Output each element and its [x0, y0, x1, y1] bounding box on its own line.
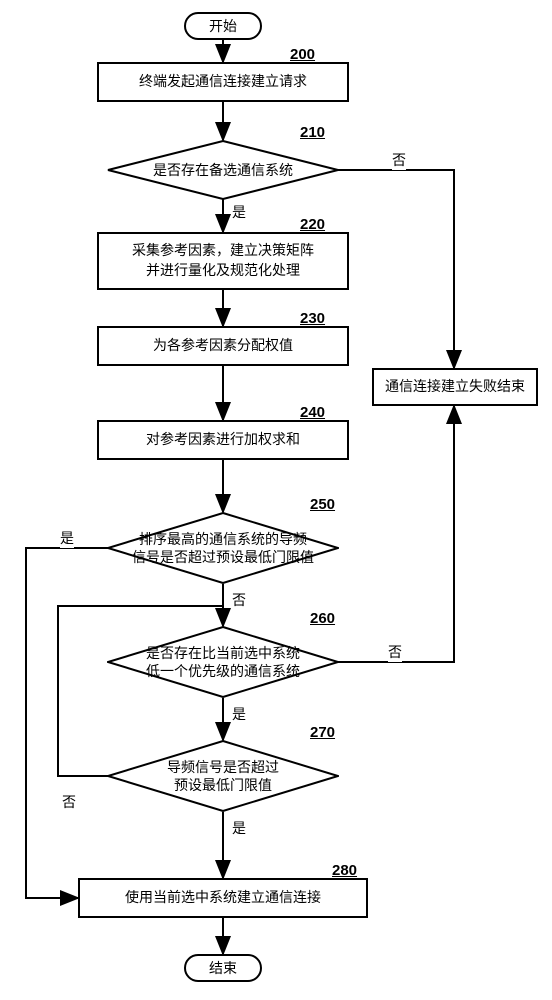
decision-210-text: 是否存在备选通信系统: [153, 161, 293, 179]
decision-260: 是否存在比当前选中系统 低一个优先级的通信系统: [107, 626, 339, 698]
decision-270-text-a: 导频信号是否超过: [167, 758, 279, 776]
process-fail-text: 通信连接建立失败结束: [385, 377, 525, 397]
process-fail: 通信连接建立失败结束: [372, 368, 538, 406]
process-280: 使用当前选中系统建立通信连接: [78, 878, 368, 918]
terminator-end: 结束: [184, 954, 262, 982]
step-num-210: 210: [300, 124, 325, 141]
edge-270-yes: 是: [232, 818, 246, 838]
process-240: 对参考因素进行加权求和: [97, 420, 349, 460]
end-label: 结束: [209, 958, 237, 978]
decision-270: 导频信号是否超过 预设最低门限值: [107, 740, 339, 812]
process-280-text: 使用当前选中系统建立通信连接: [125, 888, 321, 908]
step-num-200: 200: [290, 46, 315, 63]
decision-260-text-b: 低一个优先级的通信系统: [146, 662, 300, 680]
edge-250-yes: 是: [60, 528, 74, 548]
step-num-220: 220: [300, 216, 325, 233]
process-220: 采集参考因素，建立决策矩阵 并进行量化及规范化处理: [97, 232, 349, 290]
process-220-text-a: 采集参考因素，建立决策矩阵: [132, 241, 314, 261]
edge-210-yes: 是: [232, 202, 246, 222]
process-230: 为各参考因素分配权值: [97, 326, 349, 366]
edge-270-no: 否: [62, 792, 76, 812]
decision-270-text-b: 预设最低门限值: [174, 776, 272, 794]
edge-260-no: 否: [388, 642, 402, 662]
decision-250: 排序最高的通信系统的导频 信号是否超过预设最低门限值: [107, 512, 339, 584]
edge-250-no: 否: [232, 590, 246, 610]
terminator-start: 开始: [184, 12, 262, 40]
start-label: 开始: [209, 16, 237, 36]
process-220-text-b: 并进行量化及规范化处理: [132, 261, 314, 281]
edge-260-yes: 是: [232, 704, 246, 724]
decision-250-text-a: 排序最高的通信系统的导频: [139, 530, 307, 548]
decision-250-text-b: 信号是否超过预设最低门限值: [132, 548, 314, 566]
decision-210: 是否存在备选通信系统: [107, 140, 339, 200]
step-num-280: 280: [332, 862, 357, 879]
step-num-250: 250: [310, 496, 335, 513]
decision-260-text-a: 是否存在比当前选中系统: [146, 644, 300, 662]
process-200-text: 终端发起通信连接建立请求: [139, 72, 307, 92]
process-240-text: 对参考因素进行加权求和: [146, 430, 300, 450]
step-num-260: 260: [310, 610, 335, 627]
process-200: 终端发起通信连接建立请求: [97, 62, 349, 102]
step-num-240: 240: [300, 404, 325, 421]
step-num-270: 270: [310, 724, 335, 741]
process-230-text: 为各参考因素分配权值: [153, 336, 293, 356]
step-num-230: 230: [300, 310, 325, 327]
edge-210-no: 否: [392, 150, 406, 170]
